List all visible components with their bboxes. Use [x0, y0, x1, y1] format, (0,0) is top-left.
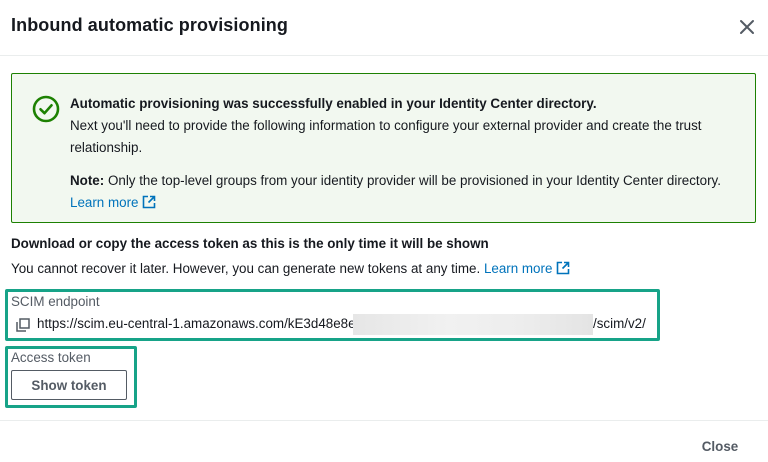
scim-endpoint-suffix: /scim/v2/ [593, 316, 646, 331]
modal-title: Inbound automatic provisioning [11, 15, 288, 35]
token-learn-more-text[interactable]: Learn more [484, 261, 552, 276]
token-section-heading: Download or copy the access token as thi… [11, 236, 489, 251]
access-token-label: Access token [11, 350, 91, 365]
token-section-description: You cannot recover it later. However, yo… [11, 261, 570, 276]
scim-endpoint-url: https://scim.eu-central-1.amazonaws.com/… [37, 316, 371, 331]
copy-icon[interactable] [16, 318, 30, 332]
provisioning-modal: Inbound automatic provisioning Automatic… [0, 0, 768, 462]
alert-body: Next you'll need to provide the followin… [70, 118, 702, 155]
check-circle-icon [32, 95, 60, 123]
close-icon[interactable] [736, 16, 758, 38]
token-section-text: You cannot recover it later. However, yo… [11, 261, 481, 276]
close-button[interactable]: Close [690, 432, 750, 460]
note-text: Only the top-level groups from your iden… [107, 173, 721, 188]
external-link-icon[interactable] [556, 261, 570, 275]
redacted-area [353, 314, 593, 335]
scim-endpoint-label: SCIM endpoint [11, 294, 100, 309]
success-alert: Automatic provisioning was successfully … [11, 73, 756, 223]
alert-learn-more-link[interactable]: Learn more [70, 195, 156, 210]
alert-learn-more-text[interactable]: Learn more [70, 195, 138, 210]
alert-note: Note: Only the top-level groups from you… [70, 170, 740, 214]
modal-header: Inbound automatic provisioning [0, 0, 768, 56]
modal-footer-divider [0, 420, 768, 421]
alert-headline: Automatic provisioning was successfully … [70, 96, 597, 111]
note-label: Note: [70, 173, 105, 188]
show-token-button[interactable]: Show token [11, 370, 127, 400]
token-learn-more-link[interactable]: Learn more [484, 261, 570, 276]
alert-content: Automatic provisioning was successfully … [70, 93, 740, 214]
external-link-icon[interactable] [142, 195, 156, 209]
